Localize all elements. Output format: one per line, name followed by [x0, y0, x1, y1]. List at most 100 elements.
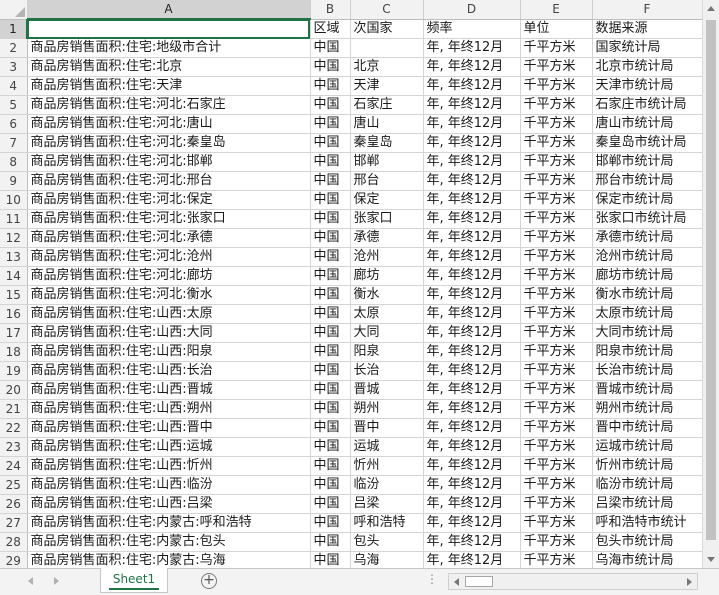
cell-b[interactable]: 中国 [310, 399, 351, 419]
cell-d[interactable]: 年, 年终12月 [423, 380, 521, 400]
cell-b[interactable]: 中国 [310, 361, 351, 381]
cell-f[interactable]: 唐山市统计局 [592, 114, 703, 134]
row-header[interactable]: 17 [0, 323, 28, 343]
cell-f[interactable]: 数据来源 [592, 19, 703, 39]
cell-a[interactable]: 商品房销售面积:住宅:山西:晋中 [27, 418, 311, 438]
cell-e[interactable]: 千平方米 [520, 114, 593, 134]
row-header[interactable]: 26 [0, 494, 28, 514]
cell-f[interactable]: 长治市统计局 [592, 361, 703, 381]
cell-e[interactable]: 千平方米 [520, 399, 593, 419]
cell-a[interactable]: 商品房销售面积:住宅:河北:石家庄 [27, 95, 311, 115]
cell-f[interactable]: 邯郸市统计局 [592, 152, 703, 172]
cell-e[interactable]: 单位 [520, 19, 593, 39]
cell-e[interactable]: 千平方米 [520, 323, 593, 343]
cell-e[interactable]: 千平方米 [520, 57, 593, 77]
cell-e[interactable]: 千平方米 [520, 475, 593, 495]
tab-splitter-handle[interactable]: ⋮ [426, 572, 438, 586]
cell-c[interactable]: 保定 [350, 190, 424, 210]
cell-d[interactable]: 年, 年终12月 [423, 513, 521, 533]
row-header[interactable]: 12 [0, 228, 28, 248]
cell-b[interactable]: 中国 [310, 456, 351, 476]
cell-a[interactable]: 商品房销售面积:住宅:河北:衡水 [27, 285, 311, 305]
scroll-up-icon[interactable] [707, 6, 715, 11]
cell-f[interactable]: 吕梁市统计局 [592, 494, 703, 514]
cell-a[interactable]: 商品房销售面积:住宅:内蒙古:包头 [27, 532, 311, 552]
cell-a[interactable]: 商品房销售面积:住宅:山西:吕梁 [27, 494, 311, 514]
cell-a[interactable]: 商品房销售面积:住宅:内蒙古:乌海 [27, 551, 311, 568]
cell-d[interactable]: 年, 年终12月 [423, 437, 521, 457]
cell-f[interactable]: 包头市统计局 [592, 532, 703, 552]
next-sheet-icon[interactable] [54, 577, 59, 585]
cell-b[interactable]: 中国 [310, 342, 351, 362]
cell-f[interactable]: 呼和浩特市统计 [592, 513, 703, 533]
cell-c[interactable]: 包头 [350, 532, 424, 552]
row-header[interactable]: 8 [0, 152, 28, 172]
cell-b[interactable]: 中国 [310, 228, 351, 248]
cell-c[interactable]: 邯郸 [350, 152, 424, 172]
cell-e[interactable]: 千平方米 [520, 171, 593, 191]
cell-f[interactable]: 临汾市统计局 [592, 475, 703, 495]
cell-e[interactable]: 千平方米 [520, 209, 593, 229]
cell-a[interactable]: 商品房销售面积:住宅:河北:秦皇岛 [27, 133, 311, 153]
cell-d[interactable]: 年, 年终12月 [423, 399, 521, 419]
cell-e[interactable]: 千平方米 [520, 513, 593, 533]
row-header[interactable]: 19 [0, 361, 28, 381]
cell-c[interactable]: 张家口 [350, 209, 424, 229]
cell-c[interactable]: 朔州 [350, 399, 424, 419]
selected-cell-a1[interactable] [27, 19, 311, 39]
row-header[interactable]: 2 [0, 38, 28, 58]
cell-c[interactable]: 北京 [350, 57, 424, 77]
cell-d[interactable]: 年, 年终12月 [423, 152, 521, 172]
cell-d[interactable]: 年, 年终12月 [423, 209, 521, 229]
cell-d[interactable]: 年, 年终12月 [423, 133, 521, 153]
cell-b[interactable]: 中国 [310, 532, 351, 552]
cell-b[interactable]: 区域 [310, 19, 351, 39]
row-header[interactable]: 18 [0, 342, 28, 362]
cell-e[interactable]: 千平方米 [520, 494, 593, 514]
cell-b[interactable]: 中国 [310, 475, 351, 495]
cell-a[interactable]: 商品房销售面积:住宅:河北:承德 [27, 228, 311, 248]
cell-c[interactable]: 晋中 [350, 418, 424, 438]
cell-f[interactable]: 朔州市统计局 [592, 399, 703, 419]
vertical-scrollbar[interactable] [702, 0, 719, 568]
cell-b[interactable]: 中国 [310, 551, 351, 568]
cell-e[interactable]: 千平方米 [520, 38, 593, 58]
cell-f[interactable]: 承德市统计局 [592, 228, 703, 248]
cell-f[interactable]: 晋中市统计局 [592, 418, 703, 438]
cell-c[interactable]: 阳泉 [350, 342, 424, 362]
cell-d[interactable]: 年, 年终12月 [423, 95, 521, 115]
cell-a[interactable]: 商品房销售面积:住宅:山西:朔州 [27, 399, 311, 419]
cell-d[interactable]: 年, 年终12月 [423, 551, 521, 568]
row-header[interactable]: 3 [0, 57, 28, 77]
cell-d[interactable]: 年, 年终12月 [423, 190, 521, 210]
tab-sheet1[interactable]: Sheet1 [100, 568, 168, 593]
vertical-scroll-thumb[interactable] [706, 20, 716, 540]
cell-a[interactable]: 商品房销售面积:住宅:河北:邢台 [27, 171, 311, 191]
cell-c[interactable]: 长治 [350, 361, 424, 381]
cell-b[interactable]: 中国 [310, 76, 351, 96]
cell-e[interactable]: 千平方米 [520, 418, 593, 438]
cell-c[interactable]: 邢台 [350, 171, 424, 191]
cell-c[interactable]: 天津 [350, 76, 424, 96]
cell-f[interactable]: 阳泉市统计局 [592, 342, 703, 362]
cell-f[interactable]: 邢台市统计局 [592, 171, 703, 191]
cell-f[interactable]: 衡水市统计局 [592, 285, 703, 305]
cell-c[interactable]: 太原 [350, 304, 424, 324]
cell-c[interactable]: 晋城 [350, 380, 424, 400]
cell-d[interactable]: 年, 年终12月 [423, 323, 521, 343]
cell-e[interactable]: 千平方米 [520, 228, 593, 248]
cell-c[interactable]: 石家庄 [350, 95, 424, 115]
cell-c[interactable] [350, 38, 424, 58]
spreadsheet-grid[interactable]: A B C D E F 1 区域 次国家 频率 单位 数据来源 2 商品房销售面积:住宅:地级… [0, 0, 719, 568]
row-header[interactable]: 5 [0, 95, 28, 115]
row-header[interactable]: 22 [0, 418, 28, 438]
cell-a[interactable]: 商品房销售面积:住宅:山西:大同 [27, 323, 311, 343]
cell-e[interactable]: 千平方米 [520, 247, 593, 267]
cell-f[interactable]: 太原市统计局 [592, 304, 703, 324]
cell-d[interactable]: 年, 年终12月 [423, 57, 521, 77]
column-header-b[interactable]: B [310, 0, 351, 20]
row-header[interactable]: 27 [0, 513, 28, 533]
select-all-corner[interactable] [0, 0, 28, 20]
row-header[interactable]: 23 [0, 437, 28, 457]
cell-e[interactable]: 千平方米 [520, 190, 593, 210]
